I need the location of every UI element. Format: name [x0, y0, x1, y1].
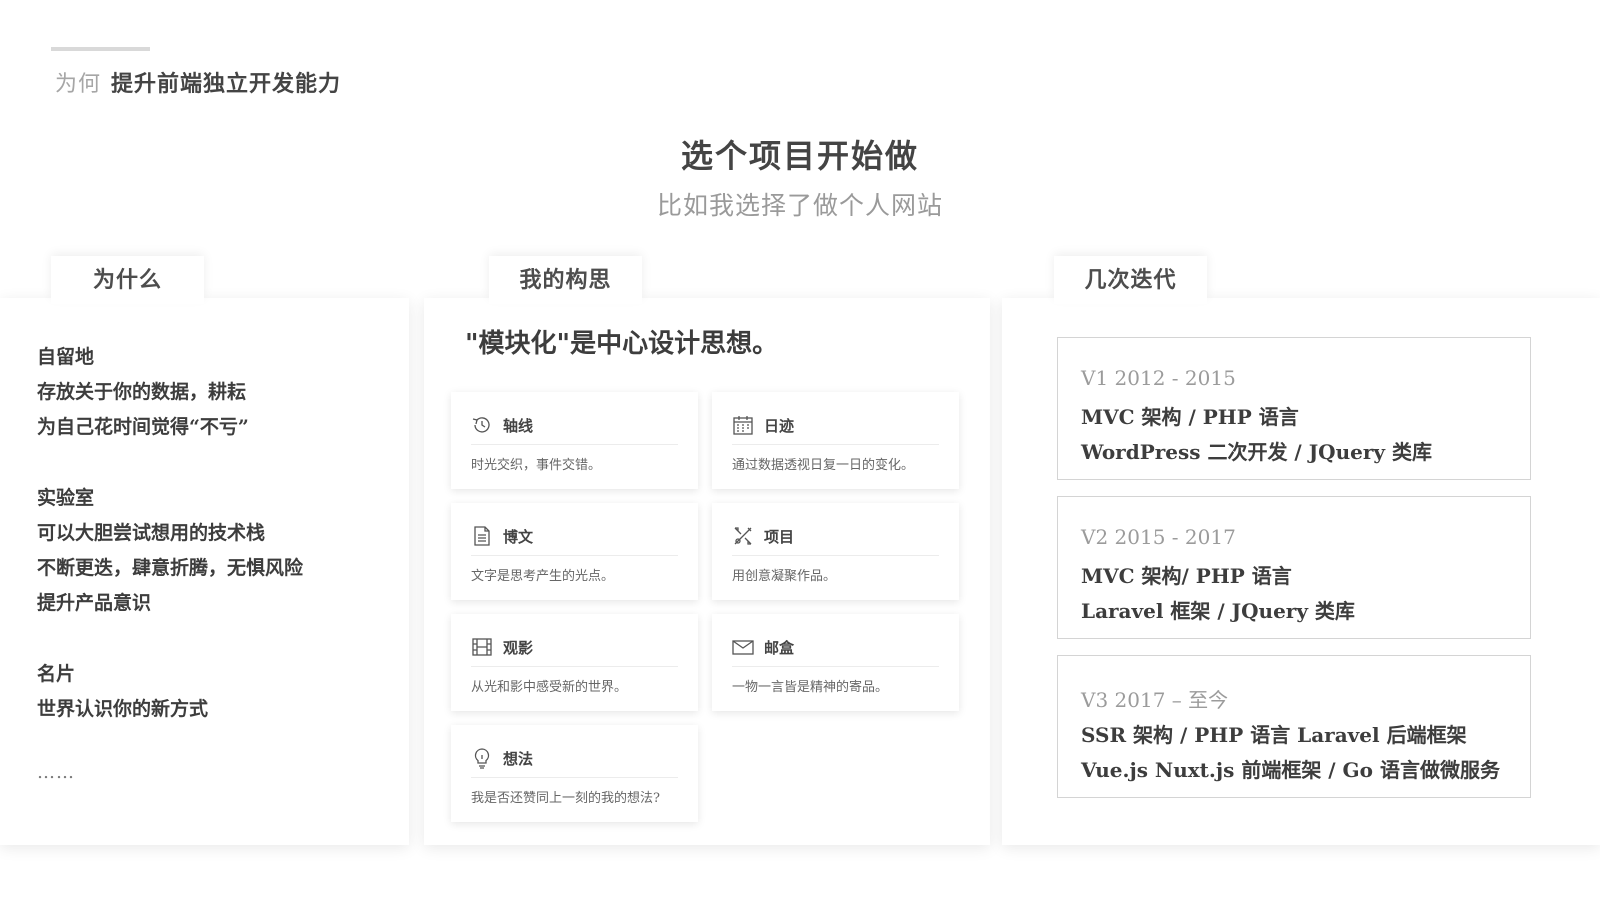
tab-iterations-seam: [1054, 292, 1207, 304]
version-card-v2: V2 2015 - 2017 MVC 架构/ PHP 语言 Laravel 框架…: [1057, 496, 1531, 639]
module-divider: [471, 444, 678, 445]
why-line: 不断更迭，肆意折腾，无惧风险: [37, 557, 304, 579]
version-stack-line: MVC 架构/ PHP 语言: [1081, 564, 1292, 588]
module-desc: 一物一言皆是精神的寄品。: [732, 680, 889, 695]
version-card-v3: V3 2017 – 至今 SSR 架构 / PHP 语言 Laravel 后端框…: [1057, 655, 1531, 798]
why-line: 存放关于你的数据，耕耘: [37, 381, 247, 403]
version-card-v1: V1 2012 - 2015 MVC 架构 / PHP 语言 WordPress…: [1057, 337, 1531, 480]
tab-concept-seam: [489, 292, 642, 304]
concept-heading: "模块化"是中心设计思想。: [465, 329, 779, 359]
header-accent-rule: [51, 47, 150, 51]
version-heading: V2 2015 - 2017: [1081, 525, 1236, 549]
page-subtitle: 比如我选择了做个人网站: [656, 191, 943, 220]
breadcrumb: 为何 提升前端独立开发能力: [55, 66, 341, 98]
module-card-projects[interactable]: 项目 用创意凝聚作品。: [712, 503, 959, 600]
module-desc: 从光和影中感受新的世界。: [471, 680, 628, 695]
module-card-films[interactable]: 观影 从光和影中感受新的世界。: [451, 614, 698, 711]
why-line: 名片: [37, 663, 76, 685]
breadcrumb-title: 提升前端独立开发能力: [111, 71, 342, 97]
breadcrumb-prefix: 为何: [55, 72, 102, 97]
module-card-mailbox[interactable]: 邮盒 一物一言皆是精神的寄品。: [712, 614, 959, 711]
module-divider: [471, 555, 678, 556]
module-title: 博文: [503, 528, 534, 546]
module-desc: 我是否还赞同上一刻的我的想法?: [471, 791, 660, 806]
module-title: 日迹: [764, 417, 795, 435]
module-desc: 文字是思考产生的光点。: [471, 569, 615, 584]
why-line: 实验室: [37, 487, 95, 509]
mail-icon: [732, 636, 754, 658]
module-desc: 时光交织，事件交错。: [471, 458, 602, 473]
why-line: 提升产品意识: [37, 592, 152, 614]
why-group-plot: 自留地 存放关于你的数据，耕耘 为自己花时间觉得“不亏”: [37, 340, 249, 445]
why-line: 自留地: [37, 346, 95, 368]
module-title: 轴线: [503, 417, 534, 435]
film-icon: [471, 636, 493, 658]
timeline-icon: [471, 414, 493, 436]
page-title: 选个项目开始做: [680, 137, 919, 175]
module-divider: [471, 777, 678, 778]
version-stack-line: WordPress 二次开发 / JQuery 类库: [1081, 440, 1432, 464]
module-card-posts[interactable]: 博文 文字是思考产生的光点。: [451, 503, 698, 600]
module-title: 想法: [503, 750, 534, 768]
why-group-card: 名片 世界认识你的新方式: [37, 657, 208, 727]
document-icon: [471, 525, 493, 547]
module-desc: 用创意凝聚作品。: [732, 569, 837, 584]
tab-why-seam: [51, 292, 204, 304]
why-line: 为自己花时间觉得“不亏”: [37, 416, 249, 438]
version-stack-line: MVC 架构 / PHP 语言: [1081, 405, 1299, 429]
why-line: 世界认识你的新方式: [37, 698, 209, 720]
version-stack-line: Vue.js Nuxt.js 前端框架 / Go 语言做微服务: [1081, 758, 1500, 782]
version-stack-line: Laravel 框架 / JQuery 类库: [1081, 599, 1355, 623]
why-ellipsis: ……: [37, 762, 75, 783]
module-card-ideas[interactable]: 想法 我是否还赞同上一刻的我的想法?: [451, 725, 698, 822]
module-divider: [471, 666, 678, 667]
module-card-daily[interactable]: 日迹 通过数据透视日复一日的变化。: [712, 392, 959, 489]
module-divider: [732, 444, 939, 445]
module-title: 观影: [503, 639, 534, 657]
module-divider: [732, 555, 939, 556]
version-heading: V1 2012 - 2015: [1081, 366, 1236, 390]
module-title: 项目: [764, 528, 795, 546]
module-title: 邮盒: [764, 639, 795, 657]
why-line: 可以大胆尝试想用的技术栈: [37, 522, 266, 544]
calendar-icon: [732, 414, 754, 436]
module-desc: 通过数据透视日复一日的变化。: [732, 458, 915, 473]
module-card-timeline[interactable]: 轴线 时光交织，事件交错。: [451, 392, 698, 489]
why-group-lab: 实验室 可以大胆尝试想用的技术栈 不断更迭，肆意折腾，无惧风险 提升产品意识: [37, 481, 303, 621]
module-divider: [732, 666, 939, 667]
version-heading: V3 2017 – 至今: [1081, 688, 1229, 712]
tools-icon: [732, 525, 754, 547]
lightbulb-icon: [471, 747, 493, 769]
version-stack-line: SSR 架构 / PHP 语言 Laravel 后端框架: [1081, 723, 1467, 747]
